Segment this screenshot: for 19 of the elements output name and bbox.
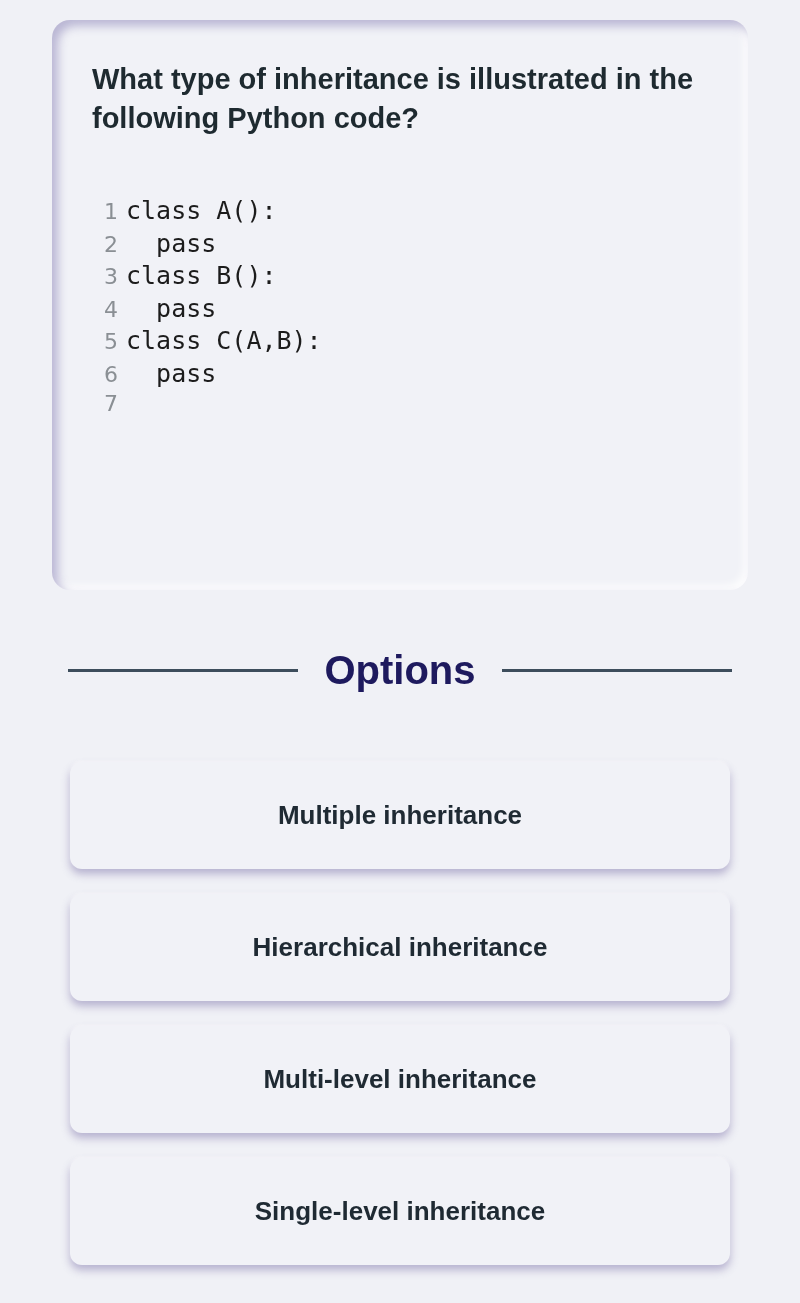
line-number: 2 xyxy=(103,231,118,257)
line-number: 7 xyxy=(103,391,118,416)
options-heading: Options xyxy=(324,647,476,693)
option-button[interactable]: Single-level inheritance xyxy=(70,1158,730,1265)
code-line: class C(A,B): xyxy=(126,326,322,355)
code-line: class A(): xyxy=(126,196,277,225)
line-number: 5 xyxy=(103,329,118,354)
option-button[interactable]: Hierarchical inheritance xyxy=(70,894,730,1001)
code-line: class B(): xyxy=(126,261,277,290)
line-number: 6 xyxy=(103,361,118,387)
code-line: pass xyxy=(155,293,217,323)
line-number: 4 xyxy=(103,296,118,322)
option-button[interactable]: Multi-level inheritance xyxy=(70,1026,730,1133)
code-line: pass xyxy=(155,228,217,258)
line-number: 1 xyxy=(103,199,118,224)
option-button[interactable]: Multiple inheritance xyxy=(70,762,730,869)
line-number: 3 xyxy=(103,264,118,289)
code-line: pass xyxy=(155,358,217,388)
question-text: What type of inheritance is illustrated in the following Python code? xyxy=(92,62,695,136)
